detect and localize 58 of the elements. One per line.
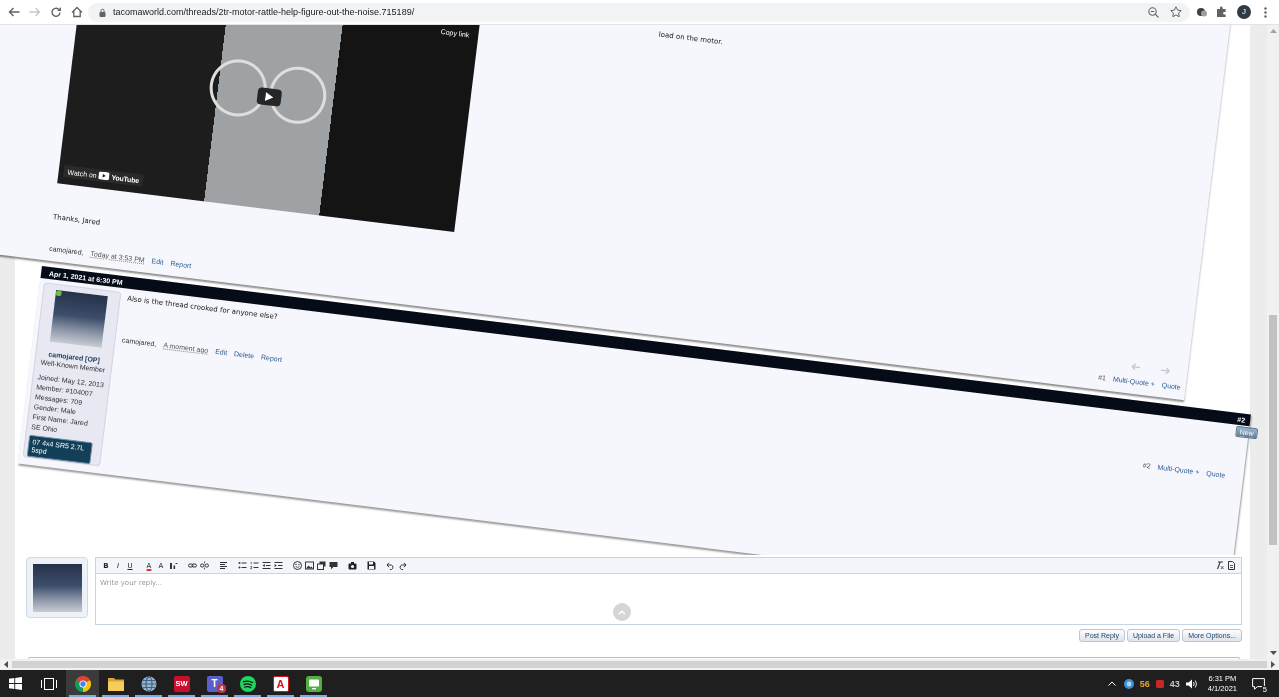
address-bar[interactable]: tacomaworld.com/threads/2tr-motor-rattle-help-figure-out-the-noise.715189/ [88, 2, 1190, 22]
horizontal-scrollbar[interactable] [0, 659, 1279, 670]
scroll-right-icon[interactable] [1271, 661, 1275, 668]
caret-up-icon [618, 609, 626, 615]
four-panes-icon [9, 677, 22, 690]
monitor-icon [305, 675, 322, 692]
globe-icon [140, 675, 157, 692]
zoom-out-icon[interactable] [1148, 6, 1159, 18]
vertical-scrollbar[interactable] [1267, 25, 1279, 659]
speaker-icon[interactable] [1185, 678, 1198, 689]
image-icon[interactable] [304, 561, 314, 570]
outdent-icon[interactable] [261, 561, 271, 570]
text-lines-icon[interactable] [218, 561, 228, 570]
scrollbar-thumb[interactable] [1269, 315, 1277, 545]
overlapping-rectangles-icon [40, 677, 57, 690]
disc-icon[interactable] [1123, 678, 1134, 689]
scroll-down-icon[interactable] [1269, 651, 1277, 655]
undo-icon[interactable] [385, 561, 395, 570]
bulleted-list-icon[interactable] [237, 561, 247, 570]
star-icon[interactable] [1170, 6, 1182, 18]
document-icon[interactable] [1226, 561, 1236, 570]
link-icon[interactable] [187, 561, 197, 570]
play-button[interactable] [256, 87, 283, 107]
chevron-up-icon[interactable] [1107, 681, 1116, 686]
back-icon[interactable] [8, 6, 20, 18]
letter-logo: A [272, 675, 289, 692]
home-icon[interactable] [71, 6, 83, 18]
taskbar-button[interactable] [66, 670, 99, 697]
speech-bubble-icon[interactable] [328, 561, 338, 570]
scroll-left-icon[interactable] [4, 661, 8, 668]
url-text: tacomaworld.com/threads/2tr-motor-rattle-help-figure-out-the-noise.715189/ [113, 7, 416, 17]
clear-formatting-icon[interactable] [1214, 561, 1224, 570]
camera-icon[interactable] [347, 561, 357, 570]
play-logo-icon [98, 171, 111, 181]
sound-waves-icon [239, 675, 256, 692]
puzzle-icon[interactable] [1216, 6, 1228, 18]
play-icon [264, 92, 274, 102]
segmented-circle-icon [74, 675, 91, 692]
scrollbar-thumb[interactable] [12, 661, 1267, 668]
bars-icon[interactable] [168, 561, 178, 570]
avatar-photo[interactable] [49, 289, 108, 348]
avatar-photo[interactable] [32, 563, 82, 612]
square-icon[interactable] [1155, 679, 1164, 688]
redo-icon[interactable] [397, 561, 407, 570]
tray-reading: 43 [1169, 678, 1180, 689]
profile-avatar[interactable]: J [1237, 5, 1251, 19]
tray-reading: 56 [1139, 678, 1150, 689]
folder-icon [107, 676, 124, 691]
smiley-icon[interactable] [292, 561, 302, 570]
lock-icon [99, 7, 106, 17]
menu-icon[interactable] [1264, 6, 1267, 18]
numbered-list-icon[interactable] [249, 561, 259, 570]
broken-link-icon[interactable] [199, 561, 209, 570]
overlapping-circles-icon[interactable] [1197, 7, 1207, 17]
reload-icon[interactable] [50, 6, 62, 18]
indent-icon[interactable] [273, 561, 283, 570]
stacked-frames-icon[interactable] [316, 561, 326, 570]
speech-bubble-icon [1251, 677, 1265, 690]
